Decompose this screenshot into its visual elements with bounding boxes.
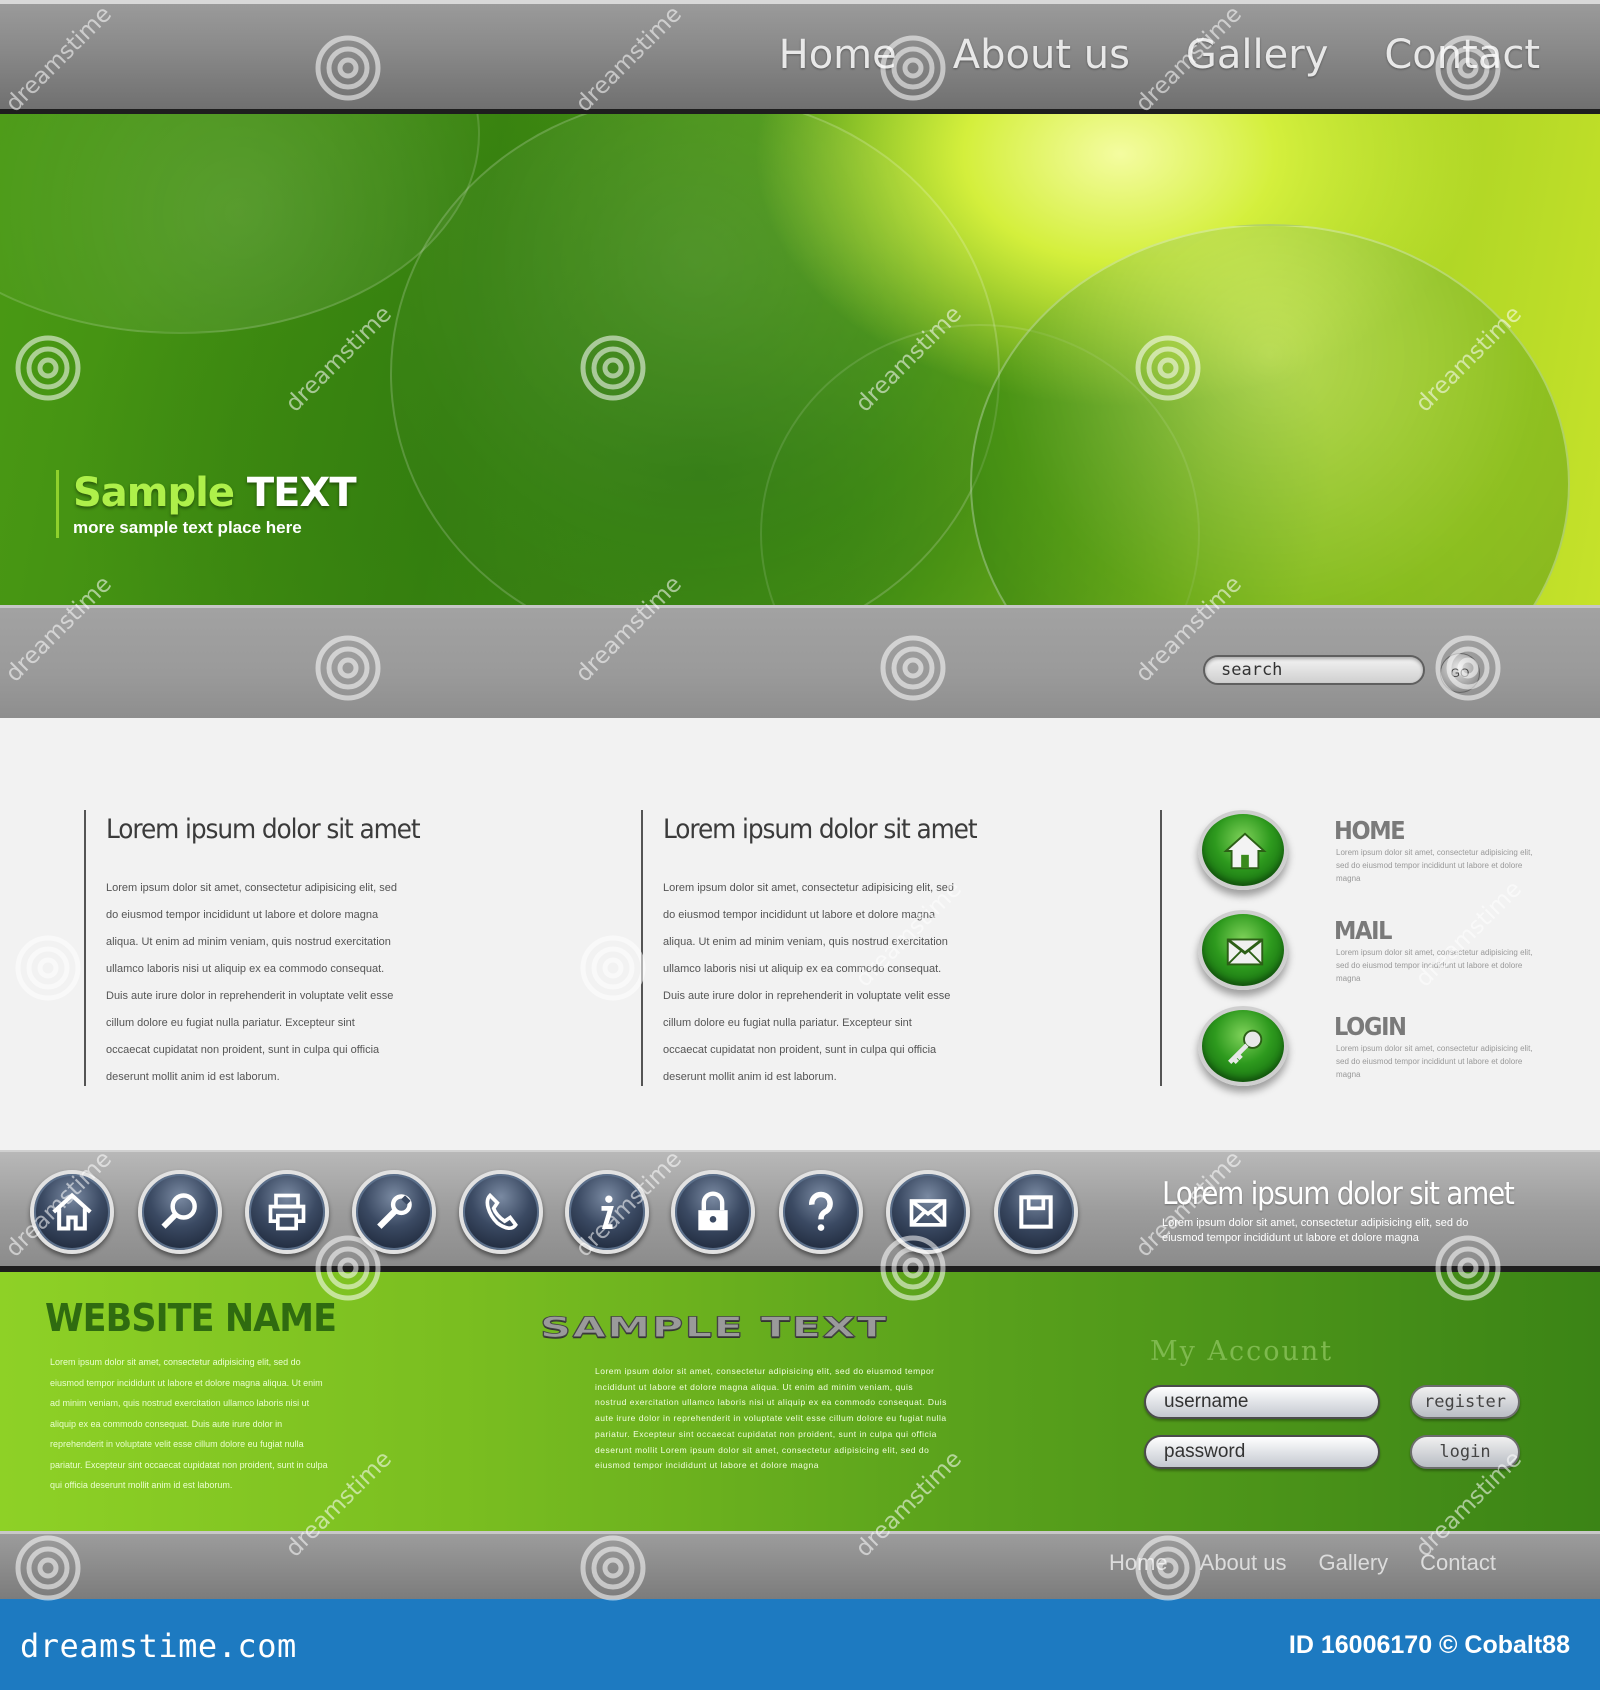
help-icon-button[interactable] bbox=[779, 1170, 863, 1254]
feature-text: Lorem ipsum dolor sit amet, consectetur … bbox=[1336, 948, 1533, 983]
nav-gallery-link[interactable]: Gallery bbox=[1186, 32, 1328, 78]
mail-icon bbox=[909, 1199, 947, 1227]
footer-gallery-link[interactable]: Gallery bbox=[1318, 1550, 1388, 1576]
feature-text: Lorem ipsum dolor sit amet, consectetur … bbox=[1336, 1044, 1533, 1079]
feature-login: LOGIN Lorem ipsum dolor sit amet, consec… bbox=[1198, 1006, 1558, 1096]
iconbar-text: Lorem ipsum dolor sit amet, consectetur … bbox=[1162, 1217, 1469, 1244]
hero-title: Sample TEXT bbox=[73, 470, 357, 516]
feature-home: HOME Lorem ipsum dolor sit amet, consect… bbox=[1198, 810, 1558, 900]
feature-text: Lorem ipsum dolor sit amet, consectetur … bbox=[1336, 848, 1533, 883]
search-bar: search GO bbox=[0, 605, 1600, 718]
nav-about-link[interactable]: About us bbox=[953, 32, 1130, 78]
hero-title-main: Sample bbox=[73, 470, 247, 516]
my-account-title: My Account bbox=[1150, 1336, 1334, 1367]
stock-image-id: ID 16006170 © Cobalt88 bbox=[1288, 1631, 1570, 1659]
stock-footer: dreamstime.com ID 16006170 © Cobalt88 bbox=[0, 1599, 1600, 1690]
help-icon bbox=[809, 1191, 833, 1231]
phone-icon bbox=[485, 1192, 518, 1230]
printer-icon bbox=[268, 1193, 306, 1231]
go-button[interactable]: GO bbox=[1440, 653, 1480, 693]
login-feature-button[interactable] bbox=[1198, 1006, 1288, 1086]
save-icon-button[interactable] bbox=[994, 1170, 1078, 1254]
register-button[interactable]: register bbox=[1410, 1385, 1520, 1419]
feature-title: HOME bbox=[1334, 816, 1406, 845]
nav-contact-link[interactable]: Contact bbox=[1384, 32, 1540, 78]
search-input[interactable]: search bbox=[1203, 655, 1425, 685]
feature-mail: MAIL Lorem ipsum dolor sit amet, consect… bbox=[1198, 910, 1558, 1000]
icon-toolbar: Lorem ipsum dolor sit amet Lorem ipsum d… bbox=[0, 1150, 1600, 1272]
info-icon-button[interactable] bbox=[565, 1170, 649, 1254]
mail-icon bbox=[1226, 938, 1264, 966]
search-icon-button[interactable] bbox=[138, 1170, 222, 1254]
content-column: Lorem ipsum dolor sit amet Lorem ipsum d… bbox=[84, 810, 421, 1086]
home-icon bbox=[52, 1192, 92, 1231]
nav-home-link[interactable]: Home bbox=[779, 32, 897, 78]
footer-about-link[interactable]: About us bbox=[1200, 1550, 1287, 1576]
lock-icon-button[interactable] bbox=[671, 1170, 755, 1254]
wrench-icon bbox=[377, 1194, 412, 1229]
phone-icon-button[interactable] bbox=[459, 1170, 543, 1254]
hero-title-accent: TEXT bbox=[246, 470, 357, 516]
save-icon bbox=[1019, 1195, 1053, 1229]
footer-home-link[interactable]: Home bbox=[1109, 1550, 1168, 1576]
top-nav-menu: Home About us Gallery Contact bbox=[779, 32, 1540, 78]
home-button[interactable] bbox=[1198, 810, 1288, 890]
hero-subtitle: more sample text place here bbox=[73, 518, 302, 537]
hero-banner: Sample TEXT more sample text place here bbox=[0, 114, 1600, 605]
info-icon bbox=[601, 1195, 614, 1230]
home-icon bbox=[1223, 832, 1267, 870]
hero-bubble bbox=[970, 224, 1570, 605]
column-body: Lorem ipsum dolor sit amet, consectetur … bbox=[106, 882, 398, 1083]
feature-list: HOME Lorem ipsum dolor sit amet, consect… bbox=[1160, 810, 1550, 1086]
key-icon bbox=[1228, 1029, 1263, 1064]
column-title: Lorem ipsum dolor sit amet bbox=[106, 814, 421, 845]
hero-caption: Sample TEXT more sample text place here bbox=[56, 470, 357, 538]
home-icon-button[interactable] bbox=[30, 1170, 114, 1254]
iconbar-title: Lorem ipsum dolor sit amet bbox=[1162, 1176, 1515, 1212]
settings-icon-button[interactable] bbox=[352, 1170, 436, 1254]
feature-title: LOGIN bbox=[1334, 1012, 1407, 1041]
website-description: Lorem ipsum dolor sit amet, consectetur … bbox=[50, 1357, 328, 1490]
content-column: Lorem ipsum dolor sit amet Lorem ipsum d… bbox=[641, 810, 978, 1086]
bottom-nav-menu: Home About us Gallery Contact bbox=[1109, 1550, 1496, 1576]
footer-middle-text: Lorem ipsum dolor sit amet, consectetur … bbox=[595, 1366, 947, 1471]
feature-title: MAIL bbox=[1334, 916, 1392, 945]
mail-button[interactable] bbox=[1198, 910, 1288, 990]
sample-text-logo: SAMPLE TEXT bbox=[539, 1310, 888, 1344]
login-button[interactable]: login bbox=[1410, 1435, 1520, 1469]
column-title: Lorem ipsum dolor sit amet bbox=[663, 814, 978, 845]
print-icon-button[interactable] bbox=[245, 1170, 329, 1254]
bottom-navigation-bar: Home About us Gallery Contact bbox=[0, 1531, 1600, 1599]
username-field[interactable]: username bbox=[1144, 1385, 1380, 1419]
green-footer: WEBSITE NAME Lorem ipsum dolor sit amet,… bbox=[0, 1272, 1600, 1531]
lock-icon bbox=[698, 1191, 728, 1231]
website-name: WEBSITE NAME bbox=[45, 1296, 337, 1340]
column-body: Lorem ipsum dolor sit amet, consectetur … bbox=[663, 882, 955, 1083]
main-content: Lorem ipsum dolor sit amet Lorem ipsum d… bbox=[0, 718, 1600, 1150]
iconbar-caption: Lorem ipsum dolor sit amet Lorem ipsum d… bbox=[1162, 1176, 1553, 1246]
stock-site-logo: dreamstime.com bbox=[20, 1627, 297, 1665]
mail-icon-button[interactable] bbox=[886, 1170, 970, 1254]
footer-contact-link[interactable]: Contact bbox=[1420, 1550, 1496, 1576]
search-icon bbox=[161, 1193, 197, 1229]
password-field[interactable]: password bbox=[1144, 1435, 1380, 1469]
top-navigation-bar: Home About us Gallery Contact bbox=[0, 0, 1600, 114]
